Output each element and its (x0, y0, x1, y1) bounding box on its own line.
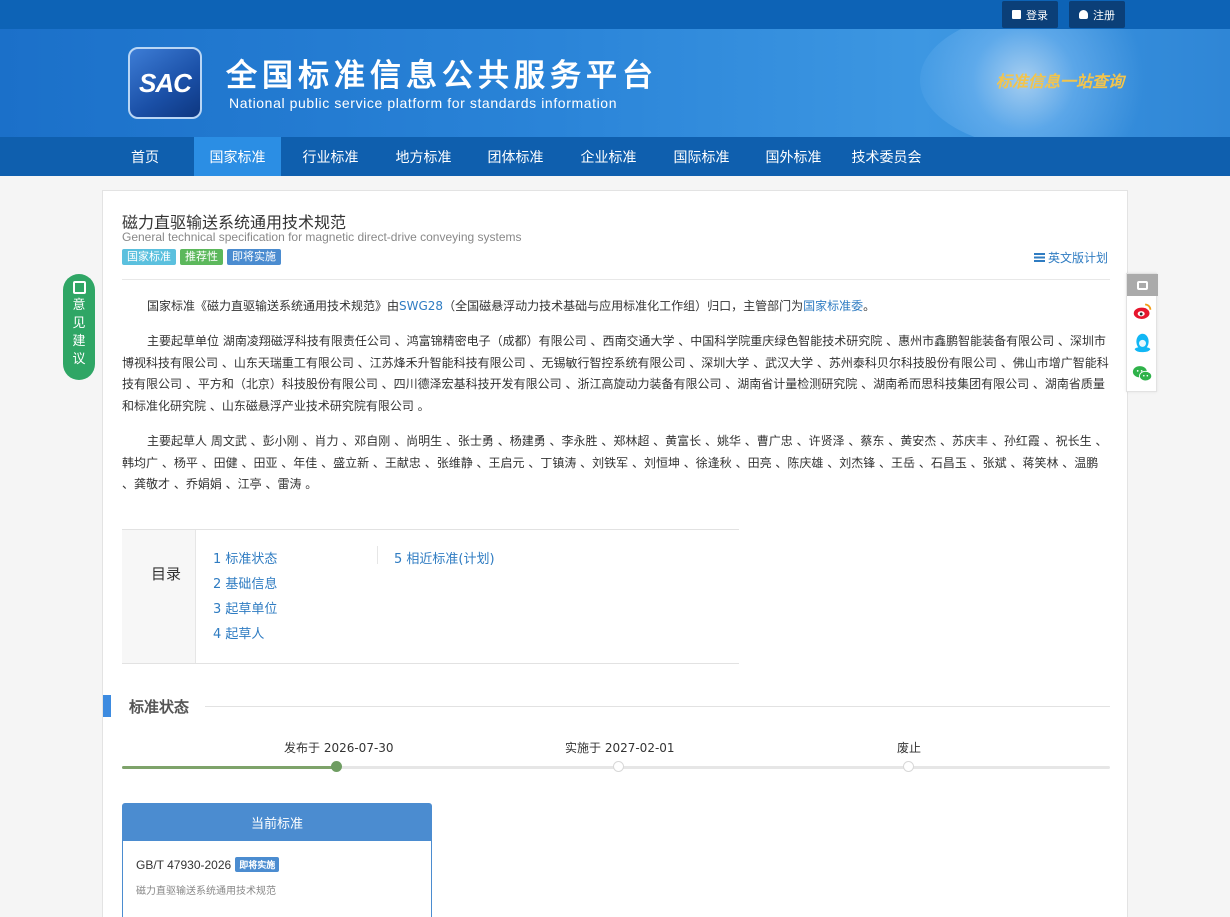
nav-local-standards[interactable]: 地方标准 (380, 137, 467, 176)
timeline-label-published: 发布于 2026-07-30 (284, 741, 394, 755)
intro-suffix: 。 (863, 299, 876, 313)
weibo-icon[interactable] (1132, 301, 1153, 322)
intro-prefix: 国家标准《磁力直驱输送系统通用技术规范》由 (147, 299, 400, 313)
department-link[interactable]: 国家标准委 (803, 299, 863, 313)
share-icon[interactable] (1127, 274, 1158, 296)
wechat-icon[interactable] (1132, 363, 1153, 384)
site-subtitle: National public service platform for sta… (229, 95, 618, 111)
logo-text: SAC (139, 67, 192, 98)
main-nav: 首页 国家标准 行业标准 地方标准 团体标准 企业标准 国际标准 国外标准 技术… (0, 137, 1230, 176)
nav-international-standards[interactable]: 国际标准 (658, 137, 745, 176)
share-bar (1126, 273, 1158, 392)
feedback-label: 意见建议 (72, 298, 86, 367)
toc-item-basic-info[interactable]: 2 基础信息 (213, 573, 277, 592)
toc-item-status[interactable]: 1 标准状态 (213, 548, 277, 567)
english-plan-label: 英文版计划 (1047, 251, 1108, 265)
login-label: 登录 (1026, 9, 1048, 22)
drafting-units-paragraph: 主要起草单位 湖南凌翔磁浮科技有限责任公司 、鸿富锦精密电子（成都）有限公司 、… (122, 334, 1109, 413)
table-of-contents: 目录 1 标准状态 2 基础信息 3 起草单位 4 起草人 5 相近标准(计划) (122, 529, 739, 664)
nav-home[interactable]: 首页 (116, 137, 174, 176)
timeline-dot-abolished (903, 761, 914, 772)
standard-detail-panel: 磁力直驱输送系统通用技术规范 General technical specifi… (102, 190, 1128, 917)
tag-national-standard: 国家标准 (122, 249, 176, 265)
tag-recommended: 推荐性 (180, 249, 223, 265)
section-divider (205, 706, 1110, 707)
toc-item-similar-standards[interactable]: 5 相近标准(计划) (394, 548, 495, 567)
timeline-label-abolished: 废止 (897, 741, 922, 755)
user-icon (1079, 10, 1088, 19)
edit-icon (72, 281, 86, 294)
english-plan-link[interactable]: 英文版计划 (1033, 249, 1108, 266)
current-standard-badge: 即将实施 (235, 857, 280, 872)
toc-label: 目录 (151, 565, 182, 583)
lock-icon (1012, 10, 1021, 19)
timeline-dot-effective (613, 761, 624, 772)
sac-logo[interactable]: SAC (128, 47, 202, 119)
nav-foreign-standards[interactable]: 国外标准 (750, 137, 837, 176)
intro-middle: （全国磁悬浮动力技术基础与应用标准化工作组）归口，主管部门为 (443, 299, 804, 313)
standard-title-en: General technical specification for magn… (122, 230, 522, 244)
committee-link[interactable]: SWG28 (399, 299, 443, 313)
tag-upcoming: 即将实施 (227, 249, 281, 265)
timeline-progress (122, 766, 336, 769)
current-standard-code-row: GB/T 47930-2026 即将实施 (136, 857, 280, 872)
login-button[interactable]: 登录 (1002, 1, 1058, 28)
top-bar: 登录 注册 (0, 0, 1230, 29)
timeline-label-effective: 实施于 2027-02-01 (565, 741, 675, 755)
title-divider (122, 279, 1110, 280)
site-header: 登录 注册 SAC 全国标准信息公共服务平台 National public s… (0, 0, 1230, 137)
standard-tags: 国家标准 推荐性 即将实施 (122, 249, 281, 265)
intro-paragraph: 国家标准《磁力直驱输送系统通用技术规范》由SWG28（全国磁悬浮动力技术基础与应… (122, 296, 1110, 318)
current-standard-code: GB/T 47930-2026 (136, 857, 232, 872)
section-marker (103, 695, 111, 717)
toc-header: 目录 (122, 530, 196, 663)
current-standard-header: 当前标准 (123, 804, 431, 841)
site-title: 全国标准信息公共服务平台 (226, 58, 658, 94)
current-standard-card[interactable]: 当前标准 GB/T 47930-2026 即将实施 磁力直驱输送系统通用技术规范 (122, 803, 432, 917)
nav-national-standards[interactable]: 国家标准 (194, 137, 281, 176)
slogan: 标准信息一站查询 (996, 72, 1125, 91)
nav-enterprise-standards[interactable]: 企业标准 (565, 137, 652, 176)
list-icon (1033, 253, 1045, 262)
register-button[interactable]: 注册 (1069, 1, 1125, 28)
toc-item-drafting-units[interactable]: 3 起草单位 (213, 598, 277, 617)
nav-technical-committees[interactable]: 技术委员会 (843, 137, 930, 176)
nav-industry-standards[interactable]: 行业标准 (287, 137, 374, 176)
drafters-paragraph: 主要起草人 周文武 、彭小刚 、肖力 、邓自刚 、尚明生 、张士勇 、杨建勇 、… (122, 434, 1108, 491)
qq-icon[interactable] (1132, 332, 1153, 353)
toc-separator (377, 546, 378, 564)
timeline-dot-published (331, 761, 342, 772)
current-standard-name: 磁力直驱输送系统通用技术规范 (136, 886, 276, 897)
toc-item-drafters[interactable]: 4 起草人 (213, 623, 264, 642)
nav-group-standards[interactable]: 团体标准 (472, 137, 559, 176)
feedback-button[interactable]: 意见建议 (63, 274, 95, 380)
status-section-title: 标准状态 (129, 698, 190, 716)
register-label: 注册 (1093, 9, 1115, 22)
